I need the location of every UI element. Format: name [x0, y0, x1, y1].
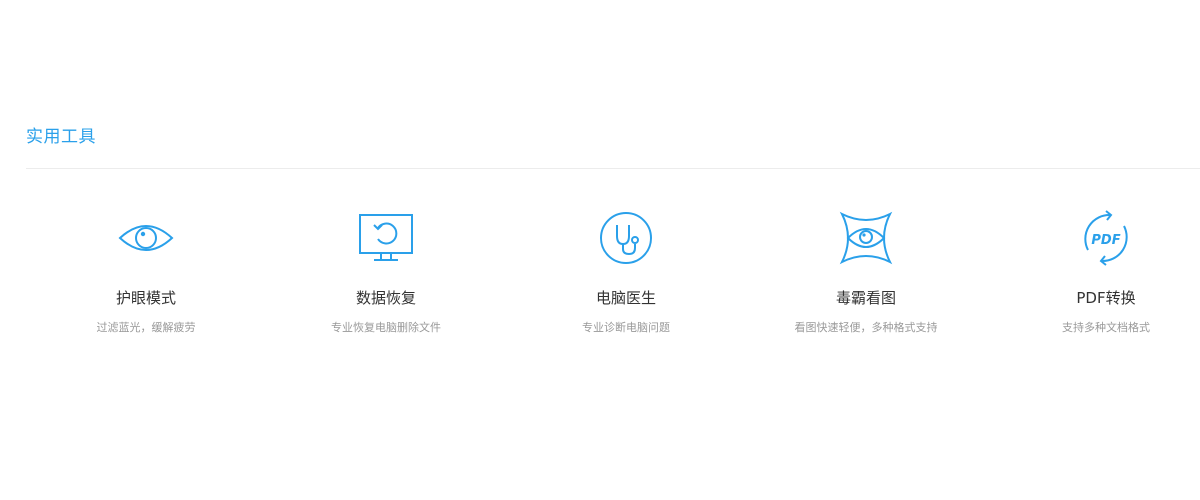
tool-description: 专业恢复电脑删除文件 — [331, 321, 441, 334]
tools-grid: 护眼模式 过滤蓝光，缓解疲劳 数据恢复 专业恢复电脑删除文件 电脑医生 专业诊断… — [26, 200, 1200, 350]
tool-computer-doctor[interactable]: 电脑医生 专业诊断电脑问题 — [506, 200, 746, 345]
section-divider — [26, 168, 1200, 169]
tool-name: 毒霸看图 — [835, 289, 896, 307]
stethoscope-icon — [596, 208, 656, 268]
tool-name: 护眼模式 — [115, 289, 176, 307]
tool-description: 专业诊断电脑问题 — [582, 321, 670, 334]
tool-description: 支持多种文档格式 — [1062, 321, 1150, 334]
tool-image-viewer[interactable]: 毒霸看图 看图快速轻便，多种格式支持 — [746, 200, 986, 345]
tool-description: 看图快速轻便，多种格式支持 — [794, 321, 938, 334]
tool-eye-protection[interactable]: 护眼模式 过滤蓝光，缓解疲劳 — [26, 200, 266, 345]
tool-data-recovery[interactable]: 数据恢复 专业恢复电脑删除文件 — [266, 200, 506, 345]
tool-name: 电脑医生 — [595, 289, 656, 307]
eye-icon — [116, 208, 176, 268]
pdf-convert-icon: PDF — [1076, 208, 1136, 268]
tool-pdf-convert[interactable]: PDF PDF转换 支持多种文档格式 — [986, 200, 1200, 345]
section-title: 实用工具 — [26, 127, 96, 147]
tool-name: PDF转换 — [1076, 289, 1136, 307]
monitor-restore-icon — [356, 208, 416, 268]
image-viewer-eye-icon — [836, 208, 896, 268]
pdf-icon-label: PDF — [1091, 233, 1120, 248]
tool-name: 数据恢复 — [355, 289, 416, 307]
practical-tools-section: 实用工具 护眼模式 过滤蓝光，缓解疲劳 数据恢复 专业恢复电脑删除文件 电脑医生… — [0, 0, 1200, 500]
tool-description: 过滤蓝光，缓解疲劳 — [96, 321, 196, 334]
